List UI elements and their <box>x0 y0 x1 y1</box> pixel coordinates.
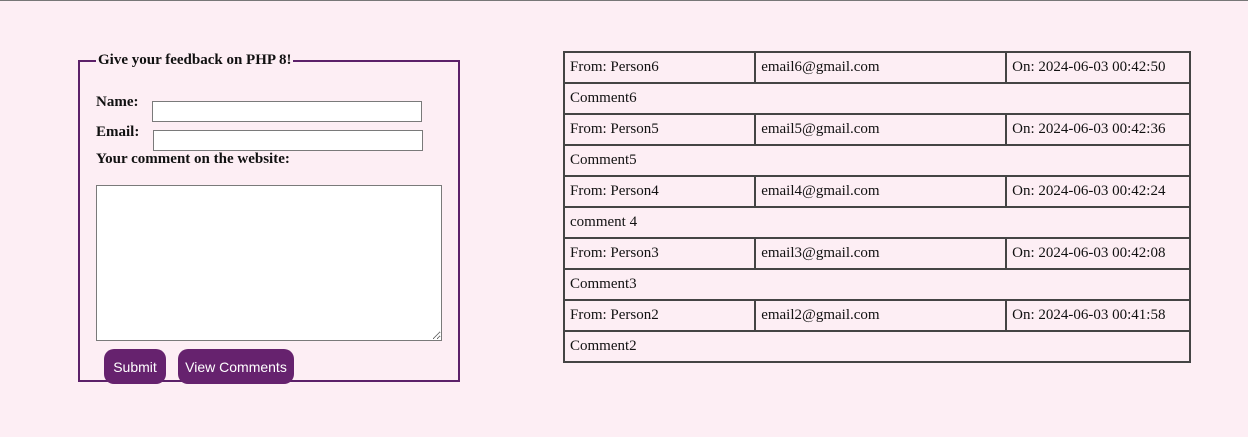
email-input[interactable] <box>153 130 423 151</box>
comment-body-row: Comment6 <box>563 82 1191 115</box>
submit-button[interactable]: Submit <box>104 349 166 384</box>
comment-header-row: From: Person2 email2@gmail.com On: 2024-… <box>562 299 1191 332</box>
top-divider <box>0 0 1248 1</box>
comments-table: From: Person6 email6@gmail.com On: 2024-… <box>562 51 1191 363</box>
comment-from: From: Person4 <box>562 175 757 208</box>
comment-text: Comment3 <box>563 268 1191 301</box>
comment-from: From: Person6 <box>562 51 757 84</box>
comment-textarea[interactable] <box>96 185 442 341</box>
comment-text: Comment5 <box>563 144 1191 177</box>
comment-from: From: Person5 <box>562 113 757 146</box>
comment-text: comment 4 <box>563 206 1191 239</box>
comment-label: Your comment on the website: <box>96 151 290 167</box>
email-label: Email: <box>96 124 140 140</box>
comment-email: email6@gmail.com <box>754 51 1008 84</box>
comment-header-row: From: Person5 email5@gmail.com On: 2024-… <box>562 113 1191 146</box>
comment-header-row: From: Person4 email4@gmail.com On: 2024-… <box>562 175 1191 208</box>
comment-date: On: 2024-06-03 00:42:36 <box>1005 113 1191 146</box>
comment-from: From: Person3 <box>562 237 757 270</box>
comment-date: On: 2024-06-03 00:41:58 <box>1005 299 1191 332</box>
name-label: Name: <box>96 94 139 110</box>
feedback-form: Give your feedback on PHP 8! Name: Email… <box>78 52 460 384</box>
name-input[interactable] <box>152 101 422 122</box>
comment-email: email4@gmail.com <box>754 175 1008 208</box>
comment-date: On: 2024-06-03 00:42:24 <box>1005 175 1191 208</box>
comment-from: From: Person2 <box>562 299 757 332</box>
comment-header-row: From: Person6 email6@gmail.com On: 2024-… <box>562 51 1191 84</box>
comment-body-row: comment 4 <box>563 206 1191 239</box>
comment-email: email2@gmail.com <box>754 299 1008 332</box>
comment-body-row: Comment5 <box>563 144 1191 177</box>
comment-date: On: 2024-06-03 00:42:50 <box>1005 51 1191 84</box>
form-legend: Give your feedback on PHP 8! <box>98 52 292 68</box>
comment-header-row: From: Person3 email3@gmail.com On: 2024-… <box>562 237 1191 270</box>
comment-body-row: Comment2 <box>563 330 1191 363</box>
view-comments-button[interactable]: View Comments <box>178 349 294 384</box>
comment-email: email5@gmail.com <box>754 113 1008 146</box>
comment-date: On: 2024-06-03 00:42:08 <box>1005 237 1191 270</box>
comment-text: Comment6 <box>563 82 1191 115</box>
comment-body-row: Comment3 <box>563 268 1191 301</box>
comment-email: email3@gmail.com <box>754 237 1008 270</box>
comment-text: Comment2 <box>563 330 1191 363</box>
